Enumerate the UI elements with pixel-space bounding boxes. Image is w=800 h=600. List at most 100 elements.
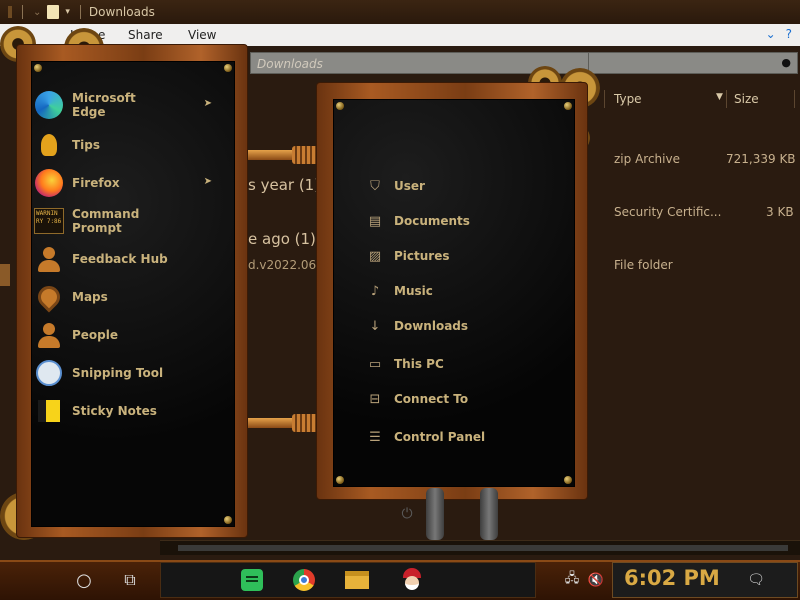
power-icon[interactable]: ⏻ (398, 506, 416, 524)
group-header[interactable]: s year (1) (248, 176, 320, 194)
rivet (224, 64, 232, 72)
address-row: Downloads ● (160, 50, 800, 78)
start-item-sticky-notes[interactable]: Sticky Notes (34, 394, 212, 428)
place-pictures[interactable]: ▨ Pictures (366, 246, 450, 266)
connect-to-icon: ⊟ (369, 391, 381, 407)
column-separator-2 (726, 90, 727, 108)
start-item-label: Maps (72, 290, 108, 304)
command-prompt-icon: WARNIN RY 7:86 (34, 206, 64, 236)
control-panel-icon: ☰ (369, 429, 381, 445)
this-pc-icon: ▭ (368, 356, 382, 372)
title-separator (22, 5, 23, 19)
greenshot-icon[interactable] (240, 564, 264, 596)
navigation-pane-edge (0, 264, 10, 286)
type-sort-chevron-icon[interactable]: ▼ (716, 92, 723, 102)
place-music[interactable]: ♪ Music (366, 281, 433, 301)
start-item-label: Command Prompt (72, 207, 140, 235)
quick-access-dropdown-icon[interactable]: ▾ (65, 7, 70, 17)
tab-view[interactable]: View (188, 28, 216, 42)
file-type[interactable]: zip Archive (614, 152, 680, 166)
search-box[interactable]: ● (588, 52, 798, 74)
start-item-tips[interactable]: Tips (34, 128, 212, 162)
file-explorer-icon[interactable] (344, 564, 370, 596)
help-icon[interactable]: ? (786, 27, 792, 41)
place-label: Downloads (394, 319, 469, 333)
column-header-size[interactable]: Size (734, 92, 759, 106)
place-downloads[interactable]: ↓ Downloads (366, 316, 468, 336)
place-control-panel[interactable]: ☰ Control Panel (366, 427, 485, 447)
people-icon (34, 320, 64, 350)
start-item-maps[interactable]: Maps (33, 280, 212, 314)
window-icon (8, 6, 12, 18)
title-bar: ⌄ ▾ Downloads (0, 0, 800, 24)
place-this-pc[interactable]: ▭ This PC (366, 354, 444, 374)
rivet (34, 64, 42, 72)
address-path: Downloads (257, 57, 323, 71)
network-icon[interactable]: 🖧 (562, 564, 582, 596)
group-header[interactable]: e ago (1) (248, 230, 316, 248)
snipping-tool-icon (34, 358, 64, 388)
pictures-icon: ▨ (368, 248, 382, 264)
start-item-command-prompt[interactable]: WARNIN RY 7:86 Command Prompt (34, 204, 212, 238)
taskbar-clock[interactable]: 6:02 PM (624, 566, 720, 590)
maps-icon (33, 281, 65, 313)
rivet (336, 476, 344, 484)
ribbon-tabs: Home Share View ⌄ ? (0, 24, 800, 46)
task-view-icon[interactable]: ⧉ (118, 564, 142, 596)
horizontal-scrollbar[interactable] (160, 540, 800, 555)
rivet (224, 516, 232, 524)
submenu-arrow-icon[interactable]: ➤ (204, 176, 212, 187)
start-item-firefox[interactable]: Firefox ➤ (34, 166, 212, 200)
quick-access-icon[interactable]: ⌄ (33, 7, 41, 18)
place-connect-to[interactable]: ⊟ Connect To (366, 389, 469, 409)
rivet (564, 476, 572, 484)
place-label: User (394, 179, 425, 193)
file-type[interactable]: File folder (614, 258, 673, 272)
rivet (564, 102, 572, 110)
chrome-icon[interactable] (292, 564, 316, 596)
start-item-label: Feedback Hub (72, 252, 168, 266)
volume-muted-icon[interactable]: 🔇 (586, 564, 606, 596)
search-icon: ● (781, 56, 791, 69)
start-item-label: Firefox (72, 176, 120, 190)
column-separator (604, 90, 605, 108)
start-item-label: Tips (72, 138, 101, 152)
search-circle-icon[interactable]: ○ (72, 564, 96, 596)
file-type[interactable]: Security Certific... (614, 205, 721, 219)
documents-icon: ▤ (368, 213, 382, 229)
tips-icon (34, 130, 64, 160)
ribbon-expand-icon[interactable]: ⌄ (766, 27, 776, 41)
music-icon: ♪ (370, 283, 380, 299)
scrollbar-thumb[interactable] (178, 545, 788, 551)
column-header-type[interactable]: Type (614, 92, 642, 106)
column-headers: Type ▼ Size (590, 88, 800, 110)
command-prompt-icon-text: WARNIN RY 7:86 (34, 208, 64, 234)
firefox-icon (34, 168, 64, 198)
edge-icon (34, 90, 64, 120)
rivet (336, 102, 344, 110)
start-item-label: Sticky Notes (72, 404, 157, 418)
file-size[interactable]: 721,339 KB (726, 152, 796, 166)
title-separator-2 (79, 5, 81, 19)
start-item-microsoft-edge[interactable]: Microsoft Edge ➤ (34, 88, 212, 122)
lever-decoration (426, 488, 444, 540)
place-label: Control Panel (394, 430, 486, 444)
place-label: Music (394, 284, 433, 298)
place-documents[interactable]: ▤ Documents (366, 211, 470, 231)
start-item-feedback-hub[interactable]: Feedback Hub (34, 242, 212, 276)
window-title: Downloads (88, 5, 155, 19)
place-label: Pictures (394, 249, 450, 263)
submenu-arrow-icon[interactable]: ➤ (204, 98, 212, 109)
tab-share[interactable]: Share (128, 28, 163, 42)
place-user[interactable]: ⛉ User (366, 176, 425, 196)
start-item-people[interactable]: People (34, 318, 212, 352)
start-item-snipping-tool[interactable]: Snipping Tool (34, 356, 212, 390)
folder-icon[interactable] (47, 5, 60, 19)
notification-icon[interactable]: 🗨 (746, 564, 766, 596)
place-label: This PC (394, 357, 444, 371)
start-item-label: Microsoft Edge (72, 91, 136, 119)
user-icon: ⛉ (370, 178, 380, 194)
santa-icon[interactable] (400, 564, 424, 596)
lever-decoration (480, 488, 498, 540)
file-size[interactable]: 3 KB (766, 205, 794, 219)
